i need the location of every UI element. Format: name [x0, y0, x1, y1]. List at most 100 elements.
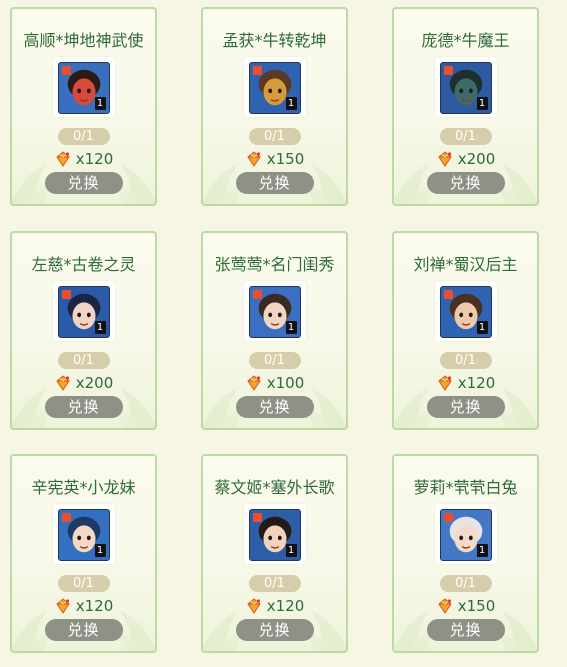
exchange-button[interactable]: 兑换 [235, 619, 314, 641]
exchange-button[interactable]: 兑换 [235, 172, 314, 194]
tag-icon [61, 290, 71, 299]
level-badge: 1 [94, 544, 106, 557]
hero-portrait: 1 [439, 509, 492, 561]
exchange-count: 0/1 [248, 352, 301, 369]
price: x150 [203, 148, 346, 170]
level-badge: 1 [476, 544, 488, 557]
exchange-button[interactable]: 兑换 [426, 172, 505, 194]
level-badge: 1 [94, 97, 106, 110]
hero-card-frame[interactable]: 1 [243, 57, 306, 117]
level-badge: 1 [285, 97, 297, 110]
gem-icon [54, 150, 72, 168]
level-badge: 1 [285, 544, 297, 557]
gem-icon [245, 150, 263, 168]
price-value: x150 [457, 597, 496, 615]
price-value: x200 [75, 374, 114, 392]
tag-icon [252, 290, 262, 299]
exchange-card: 辛宪英*小龙妹 1 0/1 x120 兑换 [10, 454, 157, 653]
exchange-count: 0/1 [439, 128, 492, 145]
hero-portrait: 1 [57, 62, 110, 114]
level-badge: 1 [285, 321, 297, 334]
exchange-card: 张莺莺*名门闺秀 1 0/1 x100 兑换 [201, 231, 348, 430]
exchange-count: 0/1 [57, 128, 110, 145]
tag-icon [61, 513, 71, 522]
hero-portrait: 1 [248, 62, 301, 114]
exchange-count: 0/1 [248, 128, 301, 145]
price-value: x100 [266, 374, 305, 392]
card-title: 孟获*牛转乾坤 [222, 31, 327, 50]
price: x150 [394, 595, 537, 617]
price-value: x120 [75, 597, 114, 615]
tag-icon [61, 66, 71, 75]
exchange-grid: 高顺*坤地神武使 1 0/1 x120 兑换 孟获*牛转乾坤 1 0/1 x150 兑换 庞德*牛魔… [0, 0, 567, 667]
tag-icon [443, 513, 453, 522]
hero-portrait: 1 [439, 286, 492, 338]
tag-icon [443, 66, 453, 75]
gem-icon [245, 597, 263, 615]
price-value: x120 [266, 597, 305, 615]
card-title: 蔡文姬*塞外长歌 [214, 478, 335, 497]
hero-card-frame[interactable]: 1 [243, 281, 306, 341]
exchange-button[interactable]: 兑换 [44, 396, 123, 418]
exchange-card: 高顺*坤地神武使 1 0/1 x120 兑换 [10, 7, 157, 206]
exchange-card: 蔡文姬*塞外长歌 1 0/1 x120 兑换 [201, 454, 348, 653]
hero-portrait: 1 [439, 62, 492, 114]
gem-icon [436, 150, 454, 168]
price: x120 [12, 595, 155, 617]
card-title: 辛宪英*小龙妹 [31, 478, 136, 497]
hero-portrait: 1 [57, 509, 110, 561]
gem-icon [54, 597, 72, 615]
level-badge: 1 [476, 321, 488, 334]
tag-icon [443, 290, 453, 299]
exchange-button[interactable]: 兑换 [44, 172, 123, 194]
gem-icon [436, 374, 454, 392]
exchange-card: 左慈*古卷之灵 1 0/1 x200 兑换 [10, 231, 157, 430]
card-title: 刘禅*蜀汉后主 [413, 255, 518, 274]
price-value: x200 [457, 150, 496, 168]
exchange-button[interactable]: 兑换 [235, 396, 314, 418]
exchange-card: 孟获*牛转乾坤 1 0/1 x150 兑换 [201, 7, 348, 206]
exchange-count: 0/1 [439, 352, 492, 369]
exchange-count: 0/1 [57, 352, 110, 369]
price-value: x120 [75, 150, 114, 168]
exchange-count: 0/1 [248, 575, 301, 592]
hero-card-frame[interactable]: 1 [434, 504, 497, 564]
exchange-count: 0/1 [439, 575, 492, 592]
gem-icon [436, 597, 454, 615]
card-title: 左慈*古卷之灵 [31, 255, 136, 274]
gem-icon [54, 374, 72, 392]
price: x120 [12, 148, 155, 170]
level-badge: 1 [94, 321, 106, 334]
exchange-button[interactable]: 兑换 [426, 396, 505, 418]
price: x100 [203, 372, 346, 394]
price: x120 [394, 372, 537, 394]
price: x120 [203, 595, 346, 617]
gem-icon [245, 374, 263, 392]
hero-card-frame[interactable]: 1 [52, 57, 115, 117]
exchange-card: 萝莉*茕茕白兔 1 0/1 x150 兑换 [392, 454, 539, 653]
level-badge: 1 [476, 97, 488, 110]
hero-card-frame[interactable]: 1 [434, 281, 497, 341]
hero-card-frame[interactable]: 1 [243, 504, 306, 564]
price: x200 [394, 148, 537, 170]
card-title: 庞德*牛魔王 [421, 31, 510, 50]
hero-card-frame[interactable]: 1 [434, 57, 497, 117]
price-value: x120 [457, 374, 496, 392]
exchange-button[interactable]: 兑换 [426, 619, 505, 641]
card-title: 萝莉*茕茕白兔 [413, 478, 518, 497]
hero-portrait: 1 [248, 286, 301, 338]
hero-portrait: 1 [57, 286, 110, 338]
exchange-count: 0/1 [57, 575, 110, 592]
hero-portrait: 1 [248, 509, 301, 561]
exchange-card: 刘禅*蜀汉后主 1 0/1 x120 兑换 [392, 231, 539, 430]
hero-card-frame[interactable]: 1 [52, 504, 115, 564]
card-title: 高顺*坤地神武使 [23, 31, 144, 50]
card-title: 张莺莺*名门闺秀 [214, 255, 335, 274]
hero-card-frame[interactable]: 1 [52, 281, 115, 341]
exchange-card: 庞德*牛魔王 1 0/1 x200 兑换 [392, 7, 539, 206]
tag-icon [252, 513, 262, 522]
tag-icon [252, 66, 262, 75]
price-value: x150 [266, 150, 305, 168]
price: x200 [12, 372, 155, 394]
exchange-button[interactable]: 兑换 [44, 619, 123, 641]
